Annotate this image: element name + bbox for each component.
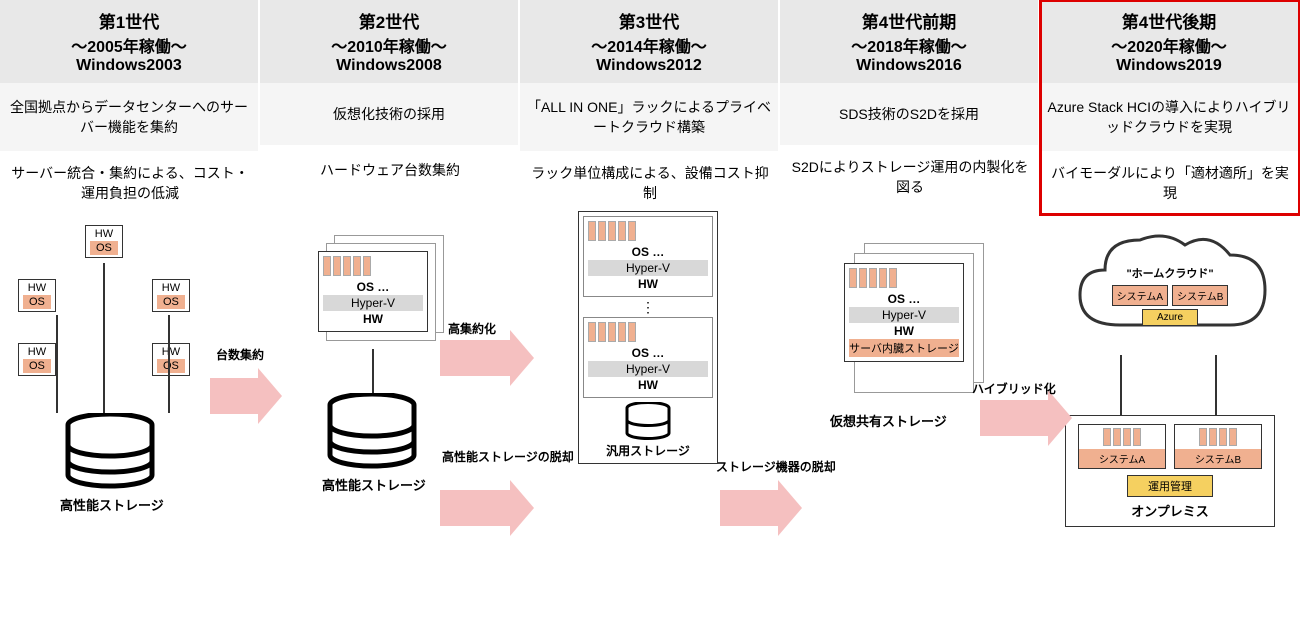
gen1-column: 第1世代 ～2005年稼働～ Windows2003 全国拠点からデータセンター… — [0, 0, 260, 215]
azure-badge: Azure — [1142, 309, 1198, 326]
hwos-box: HWOS — [85, 225, 123, 258]
gen4a-column: 第4世代前期 ～2018年稼働～ Windows2016 SDS技術のS2Dを採… — [780, 0, 1040, 215]
connector-line — [103, 263, 105, 413]
onprem-server: システムB — [1174, 424, 1262, 469]
gen1-os: Windows2003 — [4, 57, 254, 75]
server-rack: OS … Hyper-V HW — [318, 251, 428, 332]
connector-line — [372, 349, 374, 397]
arrow-storage-shift: 高性能ストレージの脱却 — [440, 490, 512, 526]
connector-line — [56, 379, 58, 413]
vm-bars-icon — [1079, 425, 1165, 449]
gen3-desc1: 「ALL IN ONE」ラックによるプライベートクラウド構築 — [520, 83, 780, 151]
vm-bars-icon — [588, 221, 708, 241]
gen4a-header: 第4世代前期 ～2018年稼働～ Windows2016 — [780, 0, 1040, 83]
generation-columns: 第1世代 ～2005年稼働～ Windows2003 全国拠点からデータセンター… — [0, 0, 1300, 215]
gen2-desc2: ハードウェア台数集約 — [260, 145, 520, 195]
gen1-desc1: 全国拠点からデータセンターへのサーバー機能を集約 — [0, 83, 260, 151]
gen1-header: 第1世代 ～2005年稼働～ Windows2003 — [0, 0, 260, 83]
mgmt-badge: 運用管理 — [1127, 475, 1213, 497]
gen3-desc2: ラック単位構成による、設備コスト抑制 — [520, 151, 780, 215]
connector-line — [1120, 355, 1122, 415]
vm-bars-icon — [849, 268, 959, 288]
gen2-header: 第2世代 ～2010年稼働～ Windows2008 — [260, 0, 520, 83]
storage-cylinder-icon: 高性能ストレージ — [60, 413, 164, 514]
gen3-header: 第3世代 ～2014年稼働～ Windows2012 — [520, 0, 780, 83]
cloud-title: "ホームクラウド" — [1085, 265, 1255, 281]
gen2-desc1: 仮想化技術の採用 — [260, 83, 520, 145]
onprem-box: システムA システムB 運用管理 オンプレミス — [1065, 415, 1275, 527]
arrow-storage-remove: ストレージ機器の脱却 — [720, 490, 780, 526]
hwos-box: HWOS — [152, 279, 190, 312]
system-a-badge: システムA — [1112, 285, 1168, 306]
gen4b-desc2: バイモーダルにより「適材適所」を実現 — [1040, 151, 1300, 215]
rack-enclosure: OS … Hyper-V HW ⋮ OS … Hyper-V HW 汎用ストレー… — [578, 211, 718, 464]
gen4b-desc1: Azure Stack HCIの導入によりハイブリッドクラウドを実現 — [1040, 83, 1300, 151]
server-rack: OS … Hyper-V HW — [583, 317, 713, 398]
hwos-box: HWOS — [18, 343, 56, 376]
arrow-high-consol: 高集約化 — [440, 340, 512, 376]
arrow-consolidate: 台数集約 — [210, 378, 260, 414]
gen2-column: 第2世代 ～2010年稼働～ Windows2008 仮想化技術の採用 ハードウ… — [260, 0, 520, 215]
server-rack: OS … Hyper-V HW サーバ内臓ストレージ — [844, 263, 964, 362]
arrow-hybrid: ハイブリッド化 — [980, 400, 1050, 436]
vm-bars-icon — [588, 322, 708, 342]
vm-bars-icon — [1175, 425, 1261, 449]
gen4a-diagram: OS … Hyper-V HW サーバ内臓ストレージ 仮想共有ストレージ — [780, 209, 1040, 215]
gen4b-column: 第4世代後期 ～2020年稼働～ Windows2019 Azure Stack… — [1040, 0, 1300, 215]
connector-line — [168, 379, 170, 413]
storage-label: 汎用ストレージ — [583, 442, 713, 459]
gen2-diagram: OS … Hyper-V HW 高性能ストレージ — [260, 195, 520, 215]
cloud-icon: "ホームクラウド" システムAシステムB Azure — [1070, 225, 1270, 355]
storage-label: 高性能ストレージ — [322, 475, 426, 494]
onprem-label: オンプレミス — [1074, 501, 1266, 520]
gen1-title: 第1世代 — [4, 8, 254, 33]
vm-bars-icon — [323, 256, 423, 276]
gen1-year: ～2005年稼働～ — [4, 33, 254, 57]
storage-label: 高性能ストレージ — [60, 495, 164, 514]
hwos-box: HWOS — [152, 343, 190, 376]
server-rack: OS … Hyper-V HW — [583, 216, 713, 297]
gen3-column: 第3世代 ～2014年稼働～ Windows2012 「ALL IN ONE」ラ… — [520, 0, 780, 215]
connector-line — [1215, 355, 1217, 415]
gen4a-desc1: SDS技術のS2Dを採用 — [780, 83, 1040, 145]
storage-cylinder-icon: 高性能ストレージ — [322, 393, 426, 494]
gen4b-header: 第4世代後期 ～2020年稼働～ Windows2019 — [1040, 0, 1300, 83]
hwos-box: HWOS — [18, 279, 56, 312]
gen4a-desc2: S2Dによりストレージ運用の内製化を図る — [780, 145, 1040, 209]
system-b-badge: システムB — [1172, 285, 1228, 306]
storage-label: 仮想共有ストレージ — [830, 411, 947, 430]
onprem-server: システムA — [1078, 424, 1166, 469]
cloud-content: "ホームクラウド" システムAシステムB Azure — [1085, 265, 1255, 326]
gen1-desc2: サーバー統合・集約による、コスト・運用負担の低減 — [0, 151, 260, 215]
